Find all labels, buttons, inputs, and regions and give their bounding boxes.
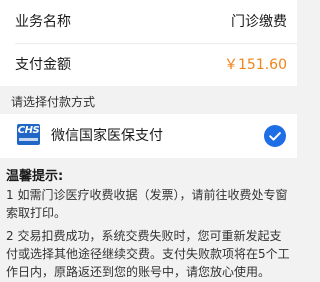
business-value: 门诊缴费 (231, 14, 287, 30)
notice-block: 温馨提示: 1 如需门诊医疗收费收据（发票），请前往收费处专窗索取打印。 2 交… (6, 168, 293, 281)
logo-subtext-bar (19, 138, 38, 141)
business-row: 业务名称 门诊缴费 (0, 0, 297, 43)
national-medical-insurance-icon: CHS (17, 124, 40, 145)
amount-value: ￥151.60 (224, 57, 287, 73)
payment-section-title: 请选择付款方式 (11, 95, 96, 109)
order-info-card: 业务名称 门诊缴费 支付金额 ￥151.60 (0, 0, 297, 86)
payment-method-name: 微信国家医保支付 (51, 128, 163, 144)
selected-check-icon[interactable] (264, 125, 286, 147)
notice-item: 2 交易扣费成功，系统交费失败时，您可重新发起支付或选择其他途径继续交费。支付失… (6, 229, 290, 279)
notice-item: 1 如需门诊医疗收费收据（发票），请前往收费处专窗索取打印。 (6, 188, 288, 220)
business-label: 业务名称 (15, 14, 71, 30)
amount-label: 支付金额 (15, 57, 71, 73)
logo-text: CHS (17, 125, 40, 136)
amount-row: 支付金额 ￥151.60 (0, 44, 297, 86)
notice-title: 温馨提示: (6, 169, 64, 184)
